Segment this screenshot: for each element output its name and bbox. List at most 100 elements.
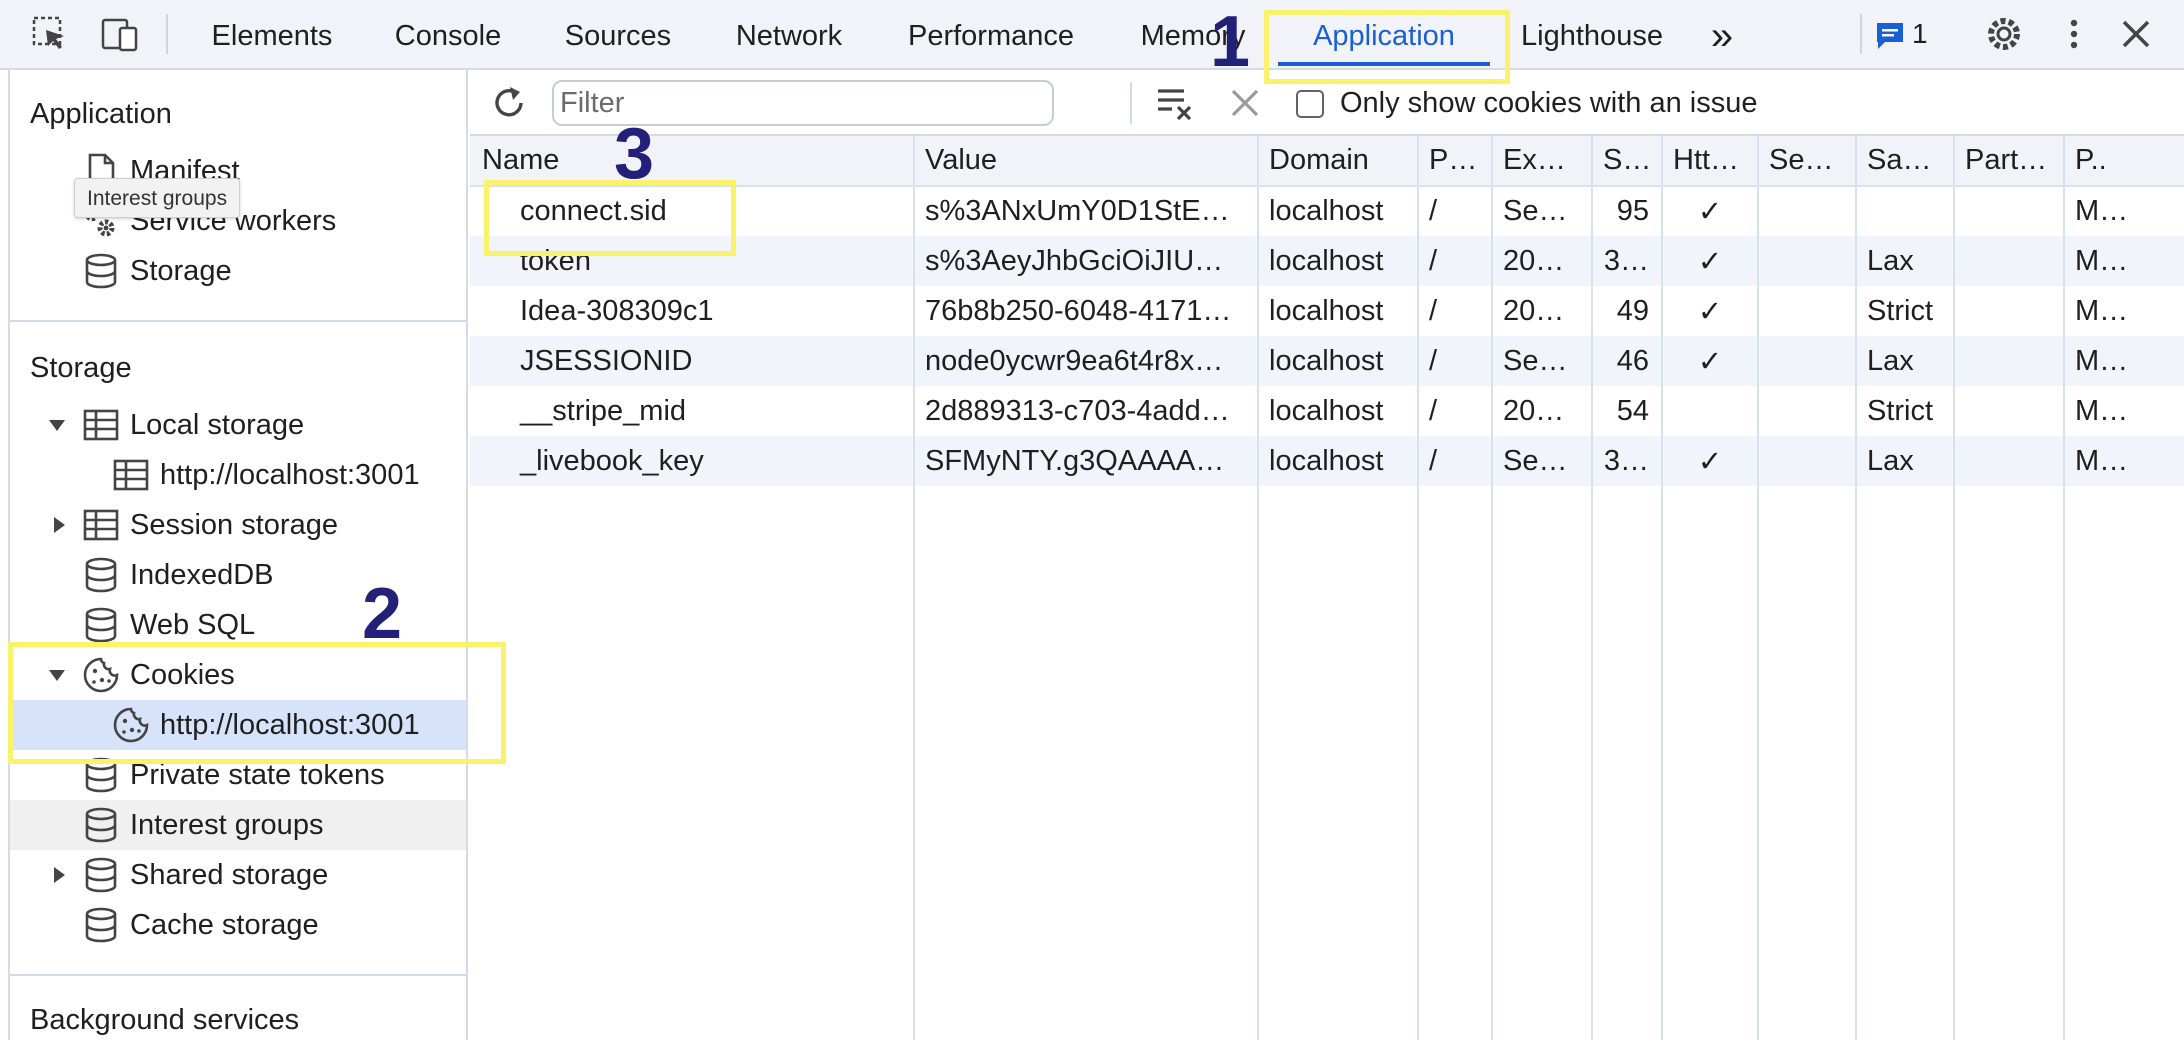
column-header-partition-key[interactable]: Part… — [1953, 136, 2064, 187]
tab-console[interactable]: Console — [392, 0, 504, 70]
cookie-httponly: ✓ — [1661, 286, 1758, 336]
expand-arrow-down-icon[interactable] — [48, 416, 66, 434]
expand-arrow-right-icon[interactable] — [50, 516, 68, 534]
cookie-value: 76b8b250-6048-4171… — [913, 286, 1258, 336]
table-header-row: Name Value Domain P… Ex… S… Htt… Se… Sa…… — [470, 136, 2184, 187]
cookie-value: s%3AeyJhbGciOiJIU… — [913, 236, 1258, 286]
cookie-samesite: Strict — [1855, 286, 1954, 336]
delete-selected-icon[interactable] — [1226, 84, 1264, 122]
tab-network[interactable]: Network — [732, 0, 846, 70]
cookie-secure — [1757, 386, 1856, 436]
devtools-tab-bar: Elements Console Sources Network Perform… — [0, 0, 2184, 70]
cookie-samesite: Lax — [1855, 236, 1954, 286]
highlight-box-cookies — [8, 642, 506, 764]
refresh-icon[interactable] — [488, 82, 530, 124]
table-row[interactable]: Idea-308309c1 76b8b250-6048-4171… localh… — [470, 286, 2184, 336]
cookie-httponly: ✓ — [1661, 436, 1758, 486]
cookie-expires: Se… — [1491, 336, 1592, 386]
cookie-domain: localhost — [1257, 236, 1418, 286]
sidebar-item-label: Interest groups — [130, 809, 324, 841]
cookie-partition-key — [1953, 186, 2064, 236]
only-issues-label[interactable]: Only show cookies with an issue — [1340, 87, 1757, 120]
toolbar-divider — [166, 14, 168, 54]
cookie-domain: localhost — [1257, 386, 1418, 436]
column-header-secure[interactable]: Se… — [1757, 136, 1856, 187]
cookie-domain: localhost — [1257, 286, 1418, 336]
column-header-domain[interactable]: Domain — [1257, 136, 1418, 187]
sidebar-item-local-storage[interactable]: Local storage — [10, 400, 466, 450]
tab-performance[interactable]: Performance — [904, 0, 1078, 70]
table-empty-area — [470, 486, 2184, 1040]
column-header-name[interactable]: Name — [470, 136, 914, 187]
sidebar-item-local-storage-origin[interactable]: http://localhost:3001 — [10, 450, 466, 500]
cookie-name: __stripe_mid — [520, 394, 687, 427]
cookie-partition-key — [1953, 386, 2064, 436]
background-services-heading: Background services — [30, 1004, 300, 1036]
cookie-priority: M… — [2063, 286, 2184, 336]
tab-sources[interactable]: Sources — [562, 0, 674, 70]
column-header-size[interactable]: S… — [1591, 136, 1662, 187]
cookie-priority: M… — [2063, 236, 2184, 286]
cookies-table: Name Value Domain P… Ex… S… Htt… Se… Sa…… — [470, 136, 2184, 1040]
cookie-value: node0ycwr9ea6t4r8x… — [913, 336, 1258, 386]
cookie-priority: M… — [2063, 186, 2184, 236]
issues-icon[interactable] — [1874, 20, 1906, 52]
cookie-samesite — [1855, 186, 1954, 236]
settings-gear-icon[interactable] — [1984, 14, 2024, 54]
cookie-name: Idea-308309c1 — [520, 294, 714, 327]
cookie-path: / — [1417, 286, 1492, 336]
cookie-size: 54 — [1591, 386, 1662, 436]
cookie-expires: Se… — [1491, 186, 1592, 236]
column-header-path[interactable]: P… — [1417, 136, 1492, 187]
cookie-value: 2d889313-c703-4add… — [913, 386, 1258, 436]
close-devtools-icon[interactable] — [2116, 14, 2156, 54]
sidebar-item-interest-groups[interactable]: Interest groups — [10, 800, 466, 850]
sidebar-item-cache-storage[interactable]: Cache storage — [10, 900, 466, 950]
tab-elements[interactable]: Elements — [210, 0, 334, 70]
cookie-priority: M… — [2063, 386, 2184, 436]
column-header-priority[interactable]: P.. — [2063, 136, 2184, 187]
column-header-value[interactable]: Value — [913, 136, 1258, 187]
cookie-size: 49 — [1591, 286, 1662, 336]
sidebar-item-shared-storage[interactable]: Shared storage — [10, 850, 466, 900]
clear-all-cookies-icon[interactable] — [1154, 82, 1196, 124]
highlight-box-application-tab — [1264, 10, 1510, 84]
table-icon — [83, 509, 119, 541]
tooltip: Interest groups — [74, 178, 241, 218]
cookie-priority: M… — [2063, 436, 2184, 486]
only-issues-checkbox[interactable] — [1296, 90, 1324, 118]
cookie-name: _livebook_key — [520, 444, 704, 477]
annotation-step-3: 3 — [614, 114, 655, 194]
device-toolbar-icon[interactable] — [100, 14, 140, 54]
cookie-samesite: Lax — [1855, 336, 1954, 386]
sidebar-item-session-storage[interactable]: Session storage — [10, 500, 466, 550]
table-row[interactable]: _livebook_key SFMyNTY.g3QAAAA… localhost… — [470, 436, 2184, 486]
table-row[interactable]: JSESSIONID node0ycwr9ea6t4r8x… localhost… — [470, 336, 2184, 386]
expand-arrow-right-icon[interactable] — [50, 866, 68, 884]
cookie-secure — [1757, 436, 1856, 486]
cookie-httponly — [1661, 386, 1758, 436]
column-header-samesite[interactable]: Sa… — [1855, 136, 1954, 187]
sidebar-item-storage[interactable]: Storage — [10, 246, 466, 296]
table-row[interactable]: __stripe_mid 2d889313-c703-4add… localho… — [470, 386, 2184, 436]
column-header-httponly[interactable]: Htt… — [1661, 136, 1758, 187]
database-icon — [85, 557, 117, 593]
sidebar-item-label: http://localhost:3001 — [160, 459, 420, 491]
cookie-secure — [1757, 186, 1856, 236]
more-tabs-button[interactable]: » — [1698, 0, 1746, 70]
issues-count[interactable]: 1 — [1912, 18, 1928, 50]
more-options-icon[interactable] — [2054, 14, 2094, 54]
cookie-httponly: ✓ — [1661, 336, 1758, 386]
database-icon — [85, 907, 117, 943]
cookie-httponly: ✓ — [1661, 236, 1758, 286]
sidebar-item-label: Session storage — [130, 509, 338, 541]
cookie-size: 46 — [1591, 336, 1662, 386]
tab-lighthouse[interactable]: Lighthouse — [1516, 0, 1668, 70]
column-header-expires[interactable]: Ex… — [1491, 136, 1592, 187]
cookie-size: 95 — [1591, 186, 1662, 236]
cookie-name: JSESSIONID — [520, 344, 693, 377]
database-icon — [85, 253, 117, 289]
database-icon — [85, 807, 117, 843]
inspect-element-icon[interactable] — [30, 14, 70, 54]
sidebar-item-label: IndexedDB — [130, 559, 274, 591]
